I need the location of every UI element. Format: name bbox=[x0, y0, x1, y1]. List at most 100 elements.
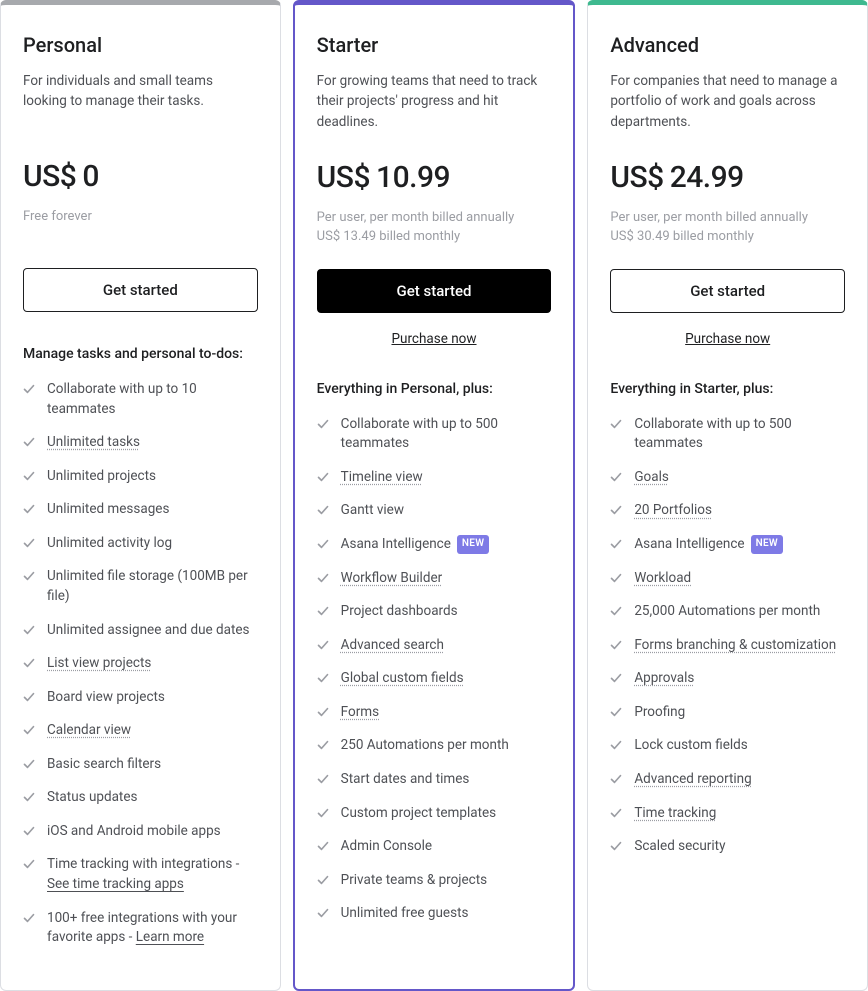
check-icon bbox=[317, 773, 329, 785]
feature-text: Status updates bbox=[47, 788, 137, 808]
feature-item: Custom project templates bbox=[317, 804, 552, 824]
feature-tooltip-term[interactable]: Workflow Builder bbox=[341, 570, 443, 586]
check-icon bbox=[610, 706, 622, 718]
check-icon bbox=[23, 724, 35, 736]
plan-name: Starter bbox=[317, 33, 552, 57]
feature-list: Collaborate with up to 500 teammates Time… bbox=[317, 415, 552, 938]
check-icon bbox=[23, 912, 35, 924]
feature-text: Calendar view bbox=[47, 721, 131, 741]
feature-item: Collaborate with up to 10 teammates bbox=[23, 380, 258, 419]
feature-list: Collaborate with up to 500 teammatesGoal… bbox=[610, 415, 845, 871]
feature-item: Unlimited file storage (100MB per file) bbox=[23, 567, 258, 606]
feature-text: 250 Automations per month bbox=[341, 736, 509, 756]
feature-item: Goals bbox=[610, 468, 845, 488]
feature-tooltip-term[interactable]: Advanced reporting bbox=[634, 771, 751, 787]
feature-text: iOS and Android mobile apps bbox=[47, 822, 221, 842]
get-started-button[interactable]: Get started bbox=[317, 269, 552, 313]
feature-text: Start dates and times bbox=[341, 770, 470, 790]
check-icon bbox=[23, 791, 35, 803]
features-title: Manage tasks and personal to-dos: bbox=[23, 346, 258, 362]
feature-text: Collaborate with up to 10 teammates bbox=[47, 380, 258, 419]
feature-item: Timeline view bbox=[317, 468, 552, 488]
check-icon bbox=[317, 706, 329, 718]
feature-tooltip-term[interactable]: Approvals bbox=[634, 670, 694, 686]
feature-item: Private teams & projects bbox=[317, 871, 552, 891]
check-icon bbox=[317, 840, 329, 852]
feature-item: Approvals bbox=[610, 669, 845, 689]
feature-text: Unlimited activity log bbox=[47, 534, 172, 554]
plan-description: For growing teams that need to track the… bbox=[317, 71, 552, 132]
feature-text: Scaled security bbox=[634, 837, 725, 857]
feature-item: 20 Portfolios bbox=[610, 501, 845, 521]
get-started-button[interactable]: Get started bbox=[610, 269, 845, 313]
feature-item: Status updates bbox=[23, 788, 258, 808]
check-icon bbox=[23, 825, 35, 837]
plan-billing-note: Per user, per month billed annuallyUS$ 1… bbox=[317, 209, 552, 249]
feature-item: Lock custom fields bbox=[610, 736, 845, 756]
feature-text: 25,000 Automations per month bbox=[634, 602, 820, 622]
feature-tooltip-term[interactable]: Global custom fields bbox=[341, 670, 464, 686]
feature-tooltip-term[interactable]: Timeline view bbox=[341, 469, 423, 485]
feature-item: Start dates and times bbox=[317, 770, 552, 790]
feature-item: Unlimited projects bbox=[23, 467, 258, 487]
feature-item: Calendar view bbox=[23, 721, 258, 741]
feature-text: Basic search filters bbox=[47, 755, 161, 775]
feature-tooltip-term[interactable]: 20 Portfolios bbox=[634, 502, 712, 518]
check-icon bbox=[317, 907, 329, 919]
feature-tooltip-term[interactable]: Advanced search bbox=[341, 637, 444, 653]
feature-text: Workload bbox=[634, 569, 691, 589]
feature-item: List view projects bbox=[23, 654, 258, 674]
plan-amount: 10.99 bbox=[376, 160, 450, 195]
feature-text: Proofing bbox=[634, 703, 685, 723]
check-icon bbox=[317, 672, 329, 684]
check-icon bbox=[23, 537, 35, 549]
check-icon bbox=[23, 624, 35, 636]
feature-text: Private teams & projects bbox=[341, 871, 487, 891]
feature-text: Forms branching & customization bbox=[634, 636, 836, 656]
feature-text: 20 Portfolios bbox=[634, 501, 712, 521]
feature-tooltip-term[interactable]: Forms branching & customization bbox=[634, 637, 836, 653]
feature-text: Collaborate with up to 500 teammates bbox=[341, 415, 552, 454]
pricing-row: PersonalFor individuals and small teams … bbox=[0, 0, 868, 991]
feature-item: iOS and Android mobile apps bbox=[23, 822, 258, 842]
check-icon bbox=[610, 739, 622, 751]
purchase-now-link[interactable]: Purchase now bbox=[317, 331, 552, 347]
feature-text: List view projects bbox=[47, 654, 151, 674]
check-icon bbox=[610, 471, 622, 483]
check-icon bbox=[610, 639, 622, 651]
feature-item: Unlimited free guests bbox=[317, 904, 552, 924]
plan-description: For companies that need to manage a port… bbox=[610, 71, 845, 132]
check-icon bbox=[610, 840, 622, 852]
check-icon bbox=[610, 672, 622, 684]
feature-tooltip-term[interactable]: Unlimited tasks bbox=[47, 434, 140, 450]
feature-tooltip-term[interactable]: Time tracking bbox=[634, 805, 716, 821]
feature-link[interactable]: Learn more bbox=[136, 929, 204, 945]
feature-link[interactable]: See time tracking apps bbox=[47, 876, 184, 892]
plan-billing-note: Free forever bbox=[23, 208, 258, 248]
feature-tooltip-term[interactable]: Workload bbox=[634, 570, 691, 586]
feature-item: 25,000 Automations per month bbox=[610, 602, 845, 622]
feature-text: Timeline view bbox=[341, 468, 423, 488]
feature-item: Workflow Builder bbox=[317, 569, 552, 589]
feature-text: Workflow Builder bbox=[341, 569, 443, 589]
feature-tooltip-term[interactable]: Forms bbox=[341, 704, 379, 720]
plan-description: For individuals and small teams looking … bbox=[23, 71, 258, 131]
feature-tooltip-term[interactable]: List view projects bbox=[47, 655, 151, 671]
feature-text: Forms bbox=[341, 703, 379, 723]
feature-tooltip-term[interactable]: Calendar view bbox=[47, 722, 131, 738]
feature-item: Forms bbox=[317, 703, 552, 723]
check-icon bbox=[317, 418, 329, 430]
check-icon bbox=[23, 436, 35, 448]
feature-text: Board view projects bbox=[47, 688, 165, 708]
feature-item: Workload bbox=[610, 569, 845, 589]
plan-currency: US$ bbox=[317, 160, 370, 195]
feature-item: Proofing bbox=[610, 703, 845, 723]
feature-text: Custom project templates bbox=[341, 804, 496, 824]
get-started-button[interactable]: Get started bbox=[23, 268, 258, 312]
plan-amount: 24.99 bbox=[670, 160, 744, 195]
check-icon bbox=[317, 807, 329, 819]
purchase-now-link[interactable]: Purchase now bbox=[610, 331, 845, 347]
feature-text: Advanced search bbox=[341, 636, 444, 656]
feature-item: Asana IntelligenceNEW bbox=[610, 535, 845, 555]
feature-tooltip-term[interactable]: Goals bbox=[634, 469, 669, 485]
